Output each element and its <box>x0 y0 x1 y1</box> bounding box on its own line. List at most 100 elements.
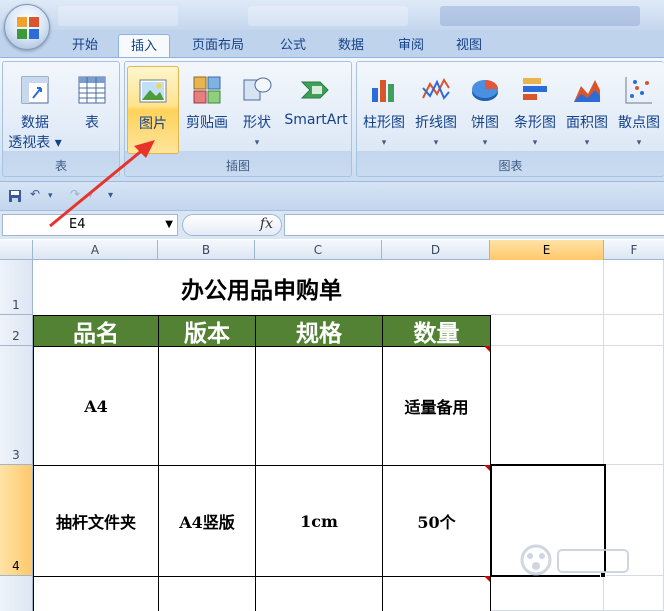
group-charts-label: 图表 <box>498 159 523 173</box>
comment-indicator <box>484 346 490 352</box>
picture-button[interactable]: 图片 <box>127 66 179 154</box>
area-chart-icon <box>574 80 600 102</box>
picture-icon <box>139 79 167 103</box>
shapes-label: 形状 <box>243 115 271 131</box>
scatter-chart-icon <box>625 77 652 104</box>
table-button[interactable]: 表 <box>65 66 119 154</box>
tab-review[interactable]: 审阅 <box>386 34 436 57</box>
column-dropdown-icon: ▾ <box>381 138 387 148</box>
column-header-f[interactable]: F <box>604 240 664 260</box>
clipart-button[interactable]: 剪贴画 <box>181 66 233 154</box>
name-box[interactable]: E4 ▼ <box>2 214 178 236</box>
cell-b3[interactable] <box>158 346 256 466</box>
scatter-dropdown-icon: ▾ <box>636 138 642 148</box>
group-tables: 数据 透视表 ▾ 表 表 <box>2 61 120 177</box>
pivot-table-button[interactable]: 数据 透视表 ▾ <box>5 66 65 154</box>
formula-input[interactable] <box>284 214 664 236</box>
tab-insert[interactable]: 插入 <box>118 34 170 57</box>
cell-f1[interactable] <box>604 260 664 315</box>
column-header-d[interactable]: D <box>382 240 490 260</box>
customize-qat-icon[interactable]: ▾ <box>108 190 113 201</box>
pie-chart-icon <box>472 80 498 101</box>
tab-data[interactable]: 数据 <box>326 34 376 57</box>
redo-icon[interactable]: ↷ <box>70 187 80 201</box>
area-dropdown-icon: ▾ <box>584 138 590 148</box>
cell-a5[interactable] <box>33 576 159 611</box>
row-header-2[interactable]: 2 <box>0 315 33 346</box>
line-dropdown-icon: ▾ <box>433 138 439 148</box>
pivot-label-2: 透视表 ▾ <box>8 135 62 151</box>
cell-a4[interactable]: 抽杆文件夹 <box>33 465 159 577</box>
window-tab <box>440 6 640 26</box>
row-header-5[interactable] <box>0 576 33 611</box>
header-version[interactable]: 版本 <box>158 315 256 347</box>
window-tab <box>248 6 408 26</box>
tab-page-layout[interactable]: 页面布局 <box>180 34 256 57</box>
cell-d3[interactable]: 适量备用 <box>382 346 491 466</box>
cell-e2[interactable] <box>490 315 604 346</box>
row-header-1[interactable]: 1 <box>0 260 33 315</box>
area-chart-button[interactable]: 面积图 ▾ <box>561 66 613 154</box>
save-icon[interactable] <box>8 189 22 203</box>
header-spec[interactable]: 规格 <box>255 315 383 347</box>
select-all-corner[interactable] <box>0 240 33 260</box>
window-tab <box>58 6 178 26</box>
undo-icon[interactable]: ↶ <box>30 187 40 201</box>
row-header-4[interactable]: 4 <box>0 465 33 576</box>
bar-chart-label: 条形图 <box>514 115 556 131</box>
line-chart-label: 折线图 <box>415 115 457 131</box>
group-tables-label: 表 <box>54 159 67 173</box>
cell-f3[interactable] <box>604 346 664 465</box>
group-charts: 柱形图 ▾ 折线图 ▾ 饼图 ▾ 条形图 ▾ 面积图 ▾ 散点图 ▾ 图表 <box>356 61 664 177</box>
column-chart-icon <box>372 80 394 102</box>
header-name[interactable]: 品名 <box>33 315 159 347</box>
formula-bar: E4 ▼ fx <box>0 210 664 239</box>
insert-function-button[interactable]: fx <box>182 214 282 236</box>
column-header-b[interactable]: B <box>158 240 255 260</box>
column-headers: A B C D E F <box>0 240 664 260</box>
cell-d4[interactable]: 50个 <box>382 465 491 577</box>
shapes-button[interactable]: 形状 ▾ <box>233 66 281 154</box>
scatter-chart-button[interactable]: 散点图 ▾ <box>613 66 664 154</box>
table-label: 表 <box>85 115 99 131</box>
undo-dropdown-icon[interactable]: ▾ <box>48 191 53 201</box>
row-header-3[interactable]: 3 <box>0 346 33 465</box>
fx-icon: fx <box>259 216 273 232</box>
table-title[interactable]: 办公用品申购单 <box>33 260 490 315</box>
header-quantity[interactable]: 数量 <box>382 315 491 347</box>
cell-b4[interactable]: A4竖版 <box>158 465 256 577</box>
bar-chart-button[interactable]: 条形图 ▾ <box>509 66 561 154</box>
pivot-table-icon <box>21 76 49 104</box>
redo-dropdown-icon[interactable]: ▾ <box>88 191 93 201</box>
column-header-c[interactable]: C <box>255 240 382 260</box>
cell-e3[interactable] <box>490 346 604 465</box>
line-chart-icon <box>422 77 450 100</box>
column-chart-label: 柱形图 <box>363 115 405 131</box>
cell-d5[interactable] <box>382 576 491 611</box>
tab-view[interactable]: 视图 <box>444 34 494 57</box>
cell-c4[interactable]: 1cm <box>255 465 383 577</box>
smartart-icon <box>300 81 329 99</box>
pie-chart-button[interactable]: 饼图 ▾ <box>463 66 507 154</box>
tab-home[interactable]: 开始 <box>60 34 110 57</box>
line-chart-button[interactable]: 折线图 ▾ <box>409 66 463 154</box>
cell-e1[interactable] <box>490 260 604 315</box>
scatter-chart-label: 散点图 <box>618 115 660 131</box>
cell-b5[interactable] <box>158 576 256 611</box>
tab-formulas[interactable]: 公式 <box>268 34 318 57</box>
bar-chart-icon <box>523 78 547 100</box>
cell-f2[interactable] <box>604 315 664 346</box>
cell-c3[interactable] <box>255 346 383 466</box>
pivot-label-1: 数据 <box>21 115 49 131</box>
column-chart-button[interactable]: 柱形图 ▾ <box>359 66 409 154</box>
office-button[interactable] <box>4 4 50 50</box>
cell-a3[interactable]: A4 <box>33 346 159 466</box>
bar-dropdown-icon: ▾ <box>532 138 538 148</box>
group-illustrations: 图片 剪贴画 形状 ▾ SmartArt 插图 <box>124 61 352 177</box>
column-header-a[interactable]: A <box>33 240 158 260</box>
column-header-e[interactable]: E <box>490 240 604 260</box>
name-box-dropdown-icon[interactable]: ▼ <box>165 215 173 235</box>
ribbon: 数据 透视表 ▾ 表 表 图片 剪贴画 形状 ▾ SmartArt 插图 柱形图… <box>0 57 664 181</box>
smartart-button[interactable]: SmartArt <box>281 66 351 154</box>
cell-c5[interactable] <box>255 576 383 611</box>
